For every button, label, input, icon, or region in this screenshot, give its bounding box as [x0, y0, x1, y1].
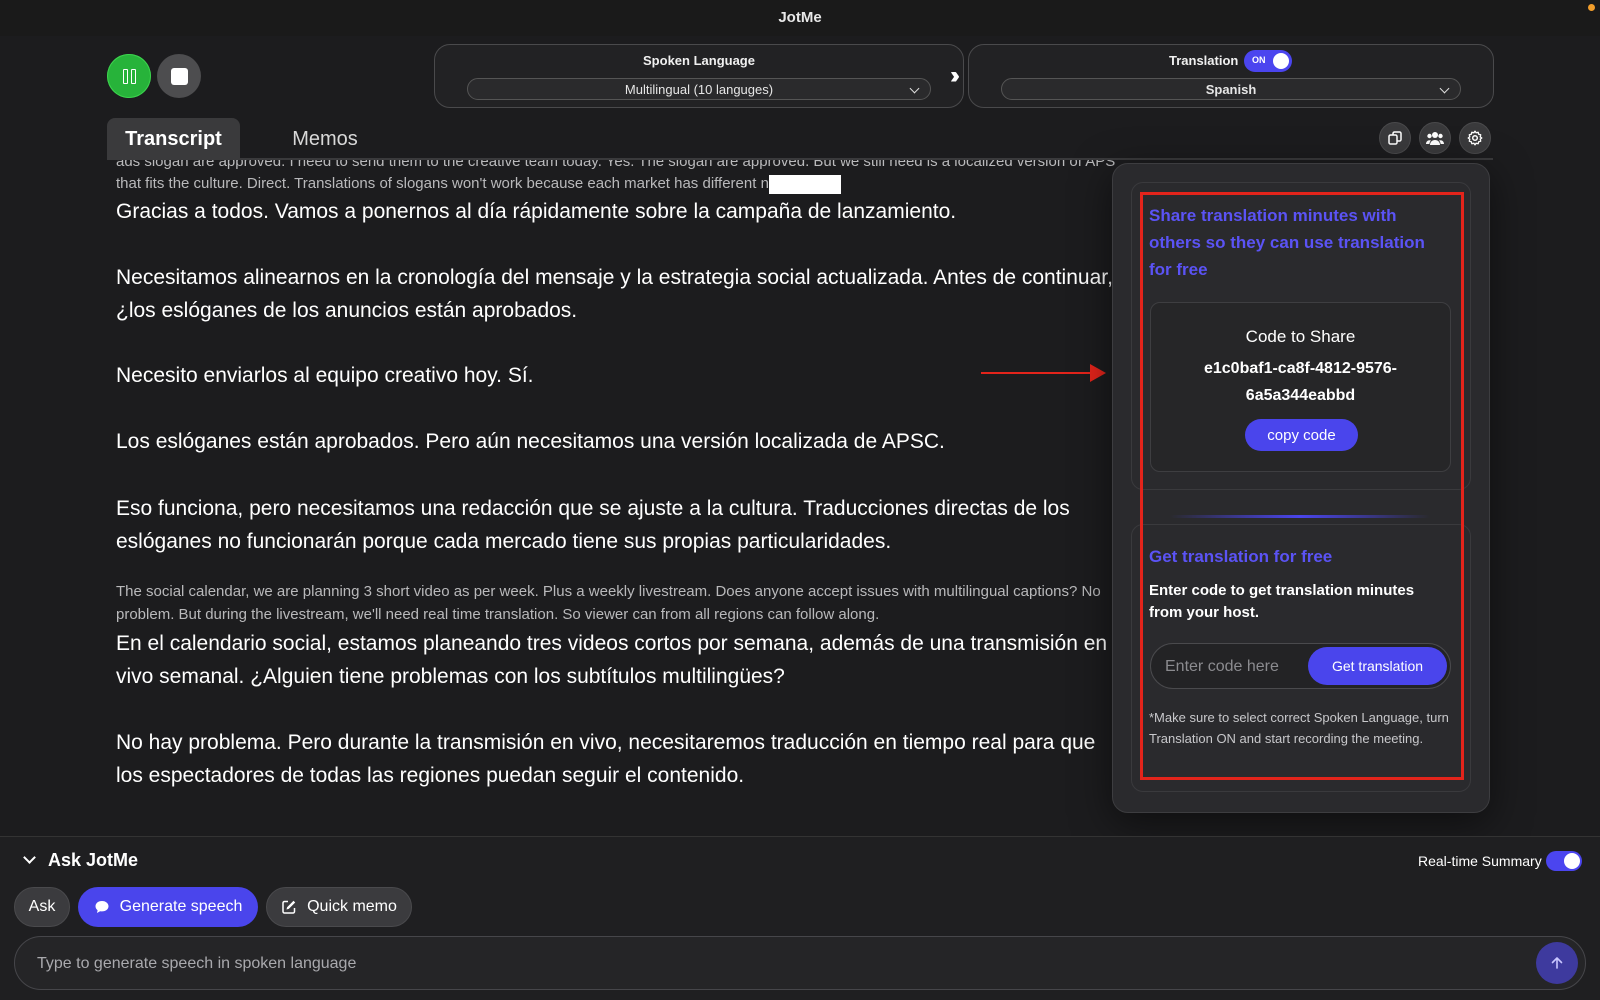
- transcript-line: Necesito enviarlos al equipo creativo ho…: [116, 364, 534, 387]
- chevron-down-icon: [909, 83, 920, 94]
- get-translation-button[interactable]: Get translation: [1308, 647, 1447, 685]
- chevron-down-icon: [1439, 83, 1450, 94]
- get-translation-description: Enter code to get translation minutes fr…: [1149, 582, 1415, 621]
- spoken-language-label: Spoken Language: [643, 53, 755, 68]
- copy-icon: [1388, 131, 1402, 145]
- stop-icon: [170, 67, 188, 85]
- code-input-group: Get translation: [1150, 643, 1451, 689]
- instruction-note: *Make sure to select correct Spoken Lang…: [1149, 710, 1449, 746]
- spoken-language-value: Multilingual (10 languges): [624, 81, 774, 97]
- get-translation-heading: Get translation for free: [1149, 547, 1333, 566]
- ask-chip-label: Ask: [28, 898, 56, 915]
- transcript-line: Los eslóganes están aprobados. Pero aún …: [116, 430, 945, 453]
- people-icon: [1426, 132, 1444, 145]
- send-button[interactable]: [1536, 942, 1578, 984]
- transcript-original-text: that fits the culture. Direct. Translati…: [116, 175, 757, 192]
- transcript-original: that fits the culture. Direct. Translati…: [116, 172, 841, 195]
- section-divider: [1170, 515, 1430, 518]
- code-card: Code to Share e1c0baf1-ca8f-4812-9576-6a…: [1150, 302, 1451, 472]
- generate-speech-chip[interactable]: Generate speech: [78, 887, 258, 927]
- tab-transcript[interactable]: Transcript: [107, 118, 240, 160]
- settings-button[interactable]: [1459, 122, 1491, 154]
- spoken-language-select[interactable]: Multilingual (10 languges): [467, 78, 931, 100]
- transcript-original: The social calendar, we are planning 3 s…: [116, 583, 1101, 623]
- ask-input-group: [14, 936, 1586, 990]
- share-people-button[interactable]: [1419, 122, 1451, 154]
- translation-toggle-text: ON: [1252, 55, 1266, 65]
- share-heading: Share translation minutes with others so…: [1149, 206, 1425, 279]
- redaction-block: [768, 174, 841, 194]
- transcript-line: Gracias a todos. Vamos a ponernos al día…: [116, 200, 957, 223]
- ask-jotme-section: Ask JotMe Real-time Summary Ask Generate…: [0, 836, 1600, 1000]
- translation-toggle[interactable]: ON: [1244, 50, 1292, 72]
- arrow-up-icon: [1551, 957, 1563, 969]
- stop-button[interactable]: [157, 54, 201, 98]
- ask-title: Ask JotMe: [48, 850, 139, 870]
- transcript-area: ads slogan are approved. I need to send …: [116, 160, 1116, 810]
- transcript-line: Necesitamos alinearnos en la cronología …: [116, 266, 1113, 322]
- title-bar: JotMe: [0, 0, 1600, 36]
- gear-icon: [1467, 130, 1483, 146]
- translation-language-select[interactable]: Spanish: [1001, 78, 1461, 100]
- ask-chip[interactable]: Ask: [14, 887, 70, 927]
- transcript-line: Eso funciona, pero necesitamos una redac…: [116, 497, 1070, 553]
- copy-code-button[interactable]: copy code: [1245, 419, 1358, 451]
- quick-memo-label: Quick memo: [307, 898, 397, 915]
- realtime-summary-toggle[interactable]: [1546, 851, 1582, 871]
- realtime-summary-label: Real-time Summary: [1418, 853, 1542, 869]
- tab-memos[interactable]: Memos: [270, 118, 380, 160]
- window-status-dot: [1588, 4, 1595, 11]
- translation-label: Translation: [1169, 53, 1239, 68]
- copy-transcript-button[interactable]: [1379, 122, 1411, 154]
- pause-button[interactable]: [107, 54, 151, 98]
- annotation-arrow-icon: [1090, 364, 1106, 382]
- quick-memo-chip[interactable]: Quick memo: [266, 887, 412, 927]
- pause-icon: [122, 68, 136, 84]
- transcript-original-tail: n: [760, 175, 769, 192]
- code-input[interactable]: [1165, 652, 1305, 682]
- edit-icon: [282, 900, 296, 914]
- translation-language-value: Spanish: [1205, 81, 1257, 97]
- share-code-value: e1c0baf1-ca8f-4812-9576-6a5a344eabbd: [1203, 360, 1397, 404]
- spoken-language-box: Spoken Language Multilingual (10 languge…: [434, 44, 964, 108]
- annotation-arrow-line: [981, 372, 1093, 374]
- chat-bubble-icon: [95, 901, 109, 913]
- toggle-knob: [1273, 53, 1289, 69]
- generate-speech-label: Generate speech: [119, 898, 243, 915]
- ask-input[interactable]: [37, 949, 1487, 979]
- chevron-down-icon[interactable]: [23, 851, 36, 864]
- toggle-knob: [1564, 853, 1580, 869]
- transcript-line: No hay problema. Pero durante la transmi…: [116, 731, 1096, 787]
- code-title: Code to Share: [1245, 327, 1356, 346]
- app-title: JotMe: [778, 9, 822, 26]
- transcript-line: En el calendario social, estamos planean…: [116, 632, 1108, 688]
